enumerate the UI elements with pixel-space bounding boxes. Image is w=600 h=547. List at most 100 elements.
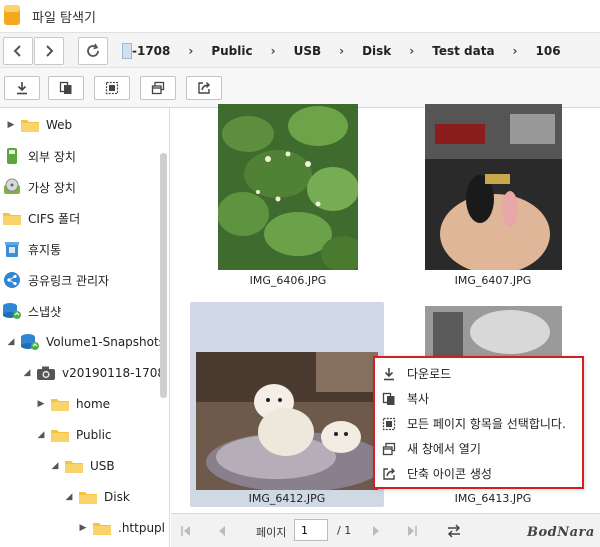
create-shortcut-button[interactable]: [186, 76, 222, 100]
sidebar-scrollbar[interactable]: [160, 153, 167, 398]
select-all-button[interactable]: [94, 76, 130, 100]
chevron-left-icon: [13, 45, 21, 57]
crumb-item[interactable]: USB: [288, 44, 328, 58]
context-menu-item-create-shortcut[interactable]: 단축 아이콘 생성: [375, 461, 582, 486]
refresh-button[interactable]: [78, 37, 108, 65]
snapshot-icon: [20, 333, 40, 351]
file-item[interactable]: [217, 104, 365, 273]
chevron-right-icon[interactable]: ▶: [6, 120, 16, 130]
tree-item-trash[interactable]: 휴지통: [2, 236, 61, 262]
crumb-item[interactable]: Disk: [356, 44, 397, 58]
last-page-button[interactable]: [403, 522, 421, 540]
tree-item-external-device[interactable]: 외부 장치: [2, 143, 76, 169]
context-menu-item-select-all[interactable]: 모든 페이지 항목을 선택합니다.: [375, 411, 582, 436]
crumb-item[interactable]: 106: [530, 44, 567, 58]
chevron-down-icon[interactable]: ◢: [22, 368, 32, 378]
folder-icon: [78, 488, 98, 506]
tree-item-snapshot[interactable]: 스냅샷: [2, 298, 61, 324]
context-menu-item-download[interactable]: 다운로드: [375, 361, 582, 386]
chevron-down-icon[interactable]: ◢: [50, 461, 60, 471]
chevron-right-icon: [46, 45, 54, 57]
context-menu-label: 단축 아이콘 생성: [407, 467, 492, 481]
tree-item-web[interactable]: ▶ Web: [6, 112, 72, 138]
folder-tree: ▶ Web 외부 장치 가상 장치 CIFS 폴더 휴지통 공유링크 관리자 스…: [0, 108, 170, 547]
usb-icon: [2, 147, 22, 165]
chevron-left-icon: [219, 526, 225, 536]
watermark-logo: BodNara: [527, 525, 595, 540]
select-all-icon: [381, 416, 397, 432]
tree-item-home[interactable]: ▶ home: [36, 391, 110, 417]
tree-item-label: CIFS 폴더: [28, 211, 81, 226]
tree-item-share-link-manager[interactable]: 공유링크 관리자: [2, 267, 109, 293]
copy-button[interactable]: [48, 76, 84, 100]
share-icon: [2, 271, 22, 289]
folder-icon: [64, 457, 84, 475]
tree-item-label: Web: [46, 118, 73, 132]
file-name: IMG_6412.JPG: [248, 492, 326, 505]
toolbar: [0, 68, 600, 108]
prev-page-button[interactable]: [213, 522, 231, 540]
context-menu-label: 모든 페이지 항목을 선택합니다.: [407, 417, 566, 431]
tree-item-label: Disk: [104, 490, 130, 504]
disc-icon: [2, 178, 22, 196]
tree-item-label: home: [76, 397, 111, 411]
new-window-button[interactable]: [140, 76, 176, 100]
chevron-down-icon[interactable]: ◢: [36, 430, 46, 440]
chevron-down-icon[interactable]: ◢: [64, 492, 74, 502]
chevron-right-icon: ›: [512, 44, 518, 58]
tree-item-label: 스냅샷: [28, 304, 62, 319]
context-menu: 다운로드 복사 모든 페이지 항목을 선택합니다. 새 창에서 열기 단축 아이…: [373, 356, 584, 489]
tree-item-cifs-folder[interactable]: CIFS 폴더: [2, 205, 80, 231]
chevron-right-icon: ›: [188, 44, 194, 58]
tree-item-snapshot-version[interactable]: ◢ v20190118-1708: [22, 360, 165, 386]
swap-arrows-icon: [447, 524, 461, 538]
back-button[interactable]: [3, 37, 33, 65]
folder-icon: [20, 116, 40, 134]
image-thumbnail: [425, 306, 562, 358]
download-icon: [381, 366, 397, 382]
tree-item-public[interactable]: ◢ Public: [36, 422, 112, 448]
download-button[interactable]: [4, 76, 40, 100]
chevron-right-icon[interactable]: ▶: [78, 523, 88, 533]
chevron-down-icon[interactable]: ◢: [6, 337, 16, 347]
last-page-icon: [408, 526, 417, 536]
context-menu-label: 새 창에서 열기: [407, 442, 481, 456]
file-explorer-app-icon: [4, 5, 20, 25]
tree-item-volume1-snapshots[interactable]: ◢ Volume1-Snapshots: [6, 329, 165, 355]
tree-item-disk[interactable]: ◢ Disk: [64, 484, 130, 510]
snapshot-icon: [2, 302, 22, 320]
crumb-item[interactable]: Public: [205, 44, 258, 58]
trash-icon: [2, 240, 22, 258]
copy-icon: [59, 81, 72, 94]
file-name: IMG_6407.JPG: [454, 274, 532, 287]
chevron-right-icon[interactable]: ▶: [36, 399, 46, 409]
file-item-selected[interactable]: [196, 352, 386, 493]
first-page-icon: [181, 526, 190, 536]
file-item[interactable]: [425, 104, 562, 274]
tree-item-httpupl[interactable]: ▶ .httpupl: [78, 515, 165, 541]
context-menu-item-copy[interactable]: 복사: [375, 386, 582, 411]
context-menu-label: 복사: [407, 392, 430, 406]
tree-item-virtual-device[interactable]: 가상 장치: [2, 174, 76, 200]
image-thumbnail: [217, 104, 365, 272]
tree-item-label: v20190118-1708: [62, 366, 166, 380]
forward-button[interactable]: [34, 37, 64, 65]
chevron-right-icon: [373, 526, 379, 536]
crumb-item[interactable]: -1708: [122, 44, 176, 58]
path-bar: -1708 › Public › USB › Disk › Test data …: [0, 32, 600, 68]
file-item[interactable]: [425, 306, 562, 361]
page-number-input[interactable]: [294, 519, 328, 541]
download-icon: [17, 82, 27, 95]
next-page-button[interactable]: [367, 522, 385, 540]
refresh-list-button[interactable]: [445, 522, 463, 540]
tree-item-usb[interactable]: ◢ USB: [50, 453, 115, 479]
chevron-right-icon: ›: [339, 44, 345, 58]
tree-item-label: 공유링크 관리자: [28, 273, 110, 288]
image-thumbnail: [425, 104, 562, 274]
first-page-button[interactable]: [177, 522, 195, 540]
context-menu-item-open-new-window[interactable]: 새 창에서 열기: [375, 436, 582, 461]
tree-item-label: .httpupl: [118, 521, 166, 535]
breadcrumb: -1708 › Public › USB › Disk › Test data …: [122, 37, 600, 65]
crumb-item[interactable]: Test data: [426, 44, 500, 58]
folder-icon: [2, 209, 22, 227]
